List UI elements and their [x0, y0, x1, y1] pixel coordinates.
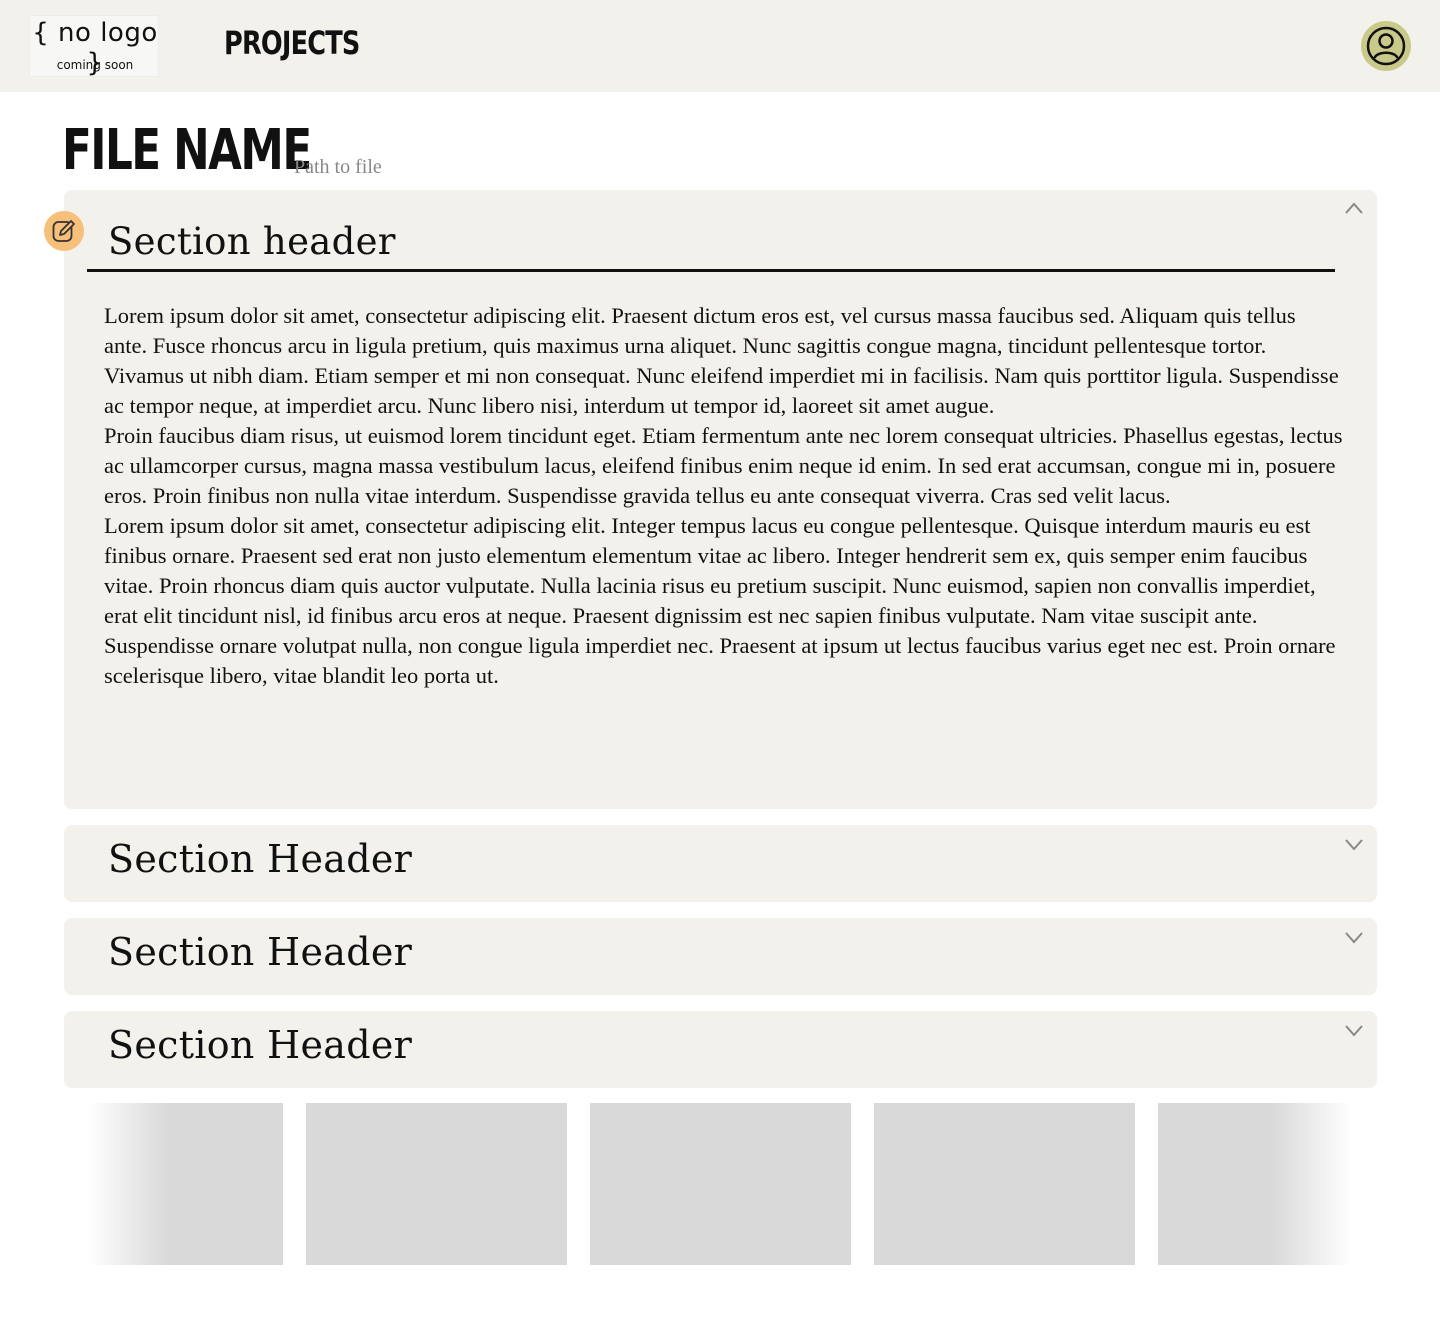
section-collapsed[interactable]: Section Header — [64, 825, 1377, 902]
carousel-fade-right — [1272, 1103, 1352, 1265]
section-expanded: Section header Lorem ipsum dolor sit ame… — [64, 190, 1377, 809]
section-collapsed[interactable]: Section Header — [64, 918, 1377, 995]
carousel-card[interactable] — [306, 1103, 567, 1265]
paragraph: Proin faucibus diam risus, ut euismod lo… — [104, 423, 1343, 508]
paragraph: Lorem ipsum dolor sit amet, consectetur … — [104, 513, 1336, 688]
carousel-card[interactable] — [590, 1103, 851, 1265]
top-bar: { no logo } coming soon PROJECTS — [0, 0, 1440, 92]
paragraph: Lorem ipsum dolor sit amet, consectetur … — [104, 303, 1339, 418]
section-body: Lorem ipsum dolor sit amet, consectetur … — [104, 301, 1344, 691]
carousel-card[interactable] — [874, 1103, 1135, 1265]
section-divider — [87, 269, 1335, 272]
nav-projects[interactable]: PROJECTS — [224, 24, 360, 62]
chevron-down-icon[interactable] — [1343, 1019, 1365, 1041]
logo[interactable]: { no logo } coming soon — [29, 15, 159, 78]
carousel-fade-left — [88, 1103, 168, 1265]
section-header-title: Section Header — [108, 930, 413, 974]
file-path: Path to file — [294, 156, 382, 178]
file-name-title: FILE NAME — [62, 118, 312, 183]
section-header-title: Section header — [108, 220, 396, 263]
logo-subtext: coming soon — [56, 58, 134, 72]
user-avatar-button[interactable] — [1361, 21, 1411, 71]
chevron-down-icon[interactable] — [1343, 926, 1365, 948]
section-collapsed[interactable]: Section Header — [64, 1011, 1377, 1088]
edit-section-button[interactable] — [44, 211, 84, 251]
chevron-down-icon[interactable] — [1343, 833, 1365, 855]
chevron-up-icon[interactable] — [1343, 198, 1365, 220]
image-carousel[interactable] — [88, 1103, 1352, 1265]
section-header-title: Section Header — [108, 837, 413, 881]
user-circle-icon — [1366, 26, 1406, 66]
pencil-edit-icon — [52, 220, 75, 242]
section-header-title: Section Header — [108, 1023, 413, 1067]
